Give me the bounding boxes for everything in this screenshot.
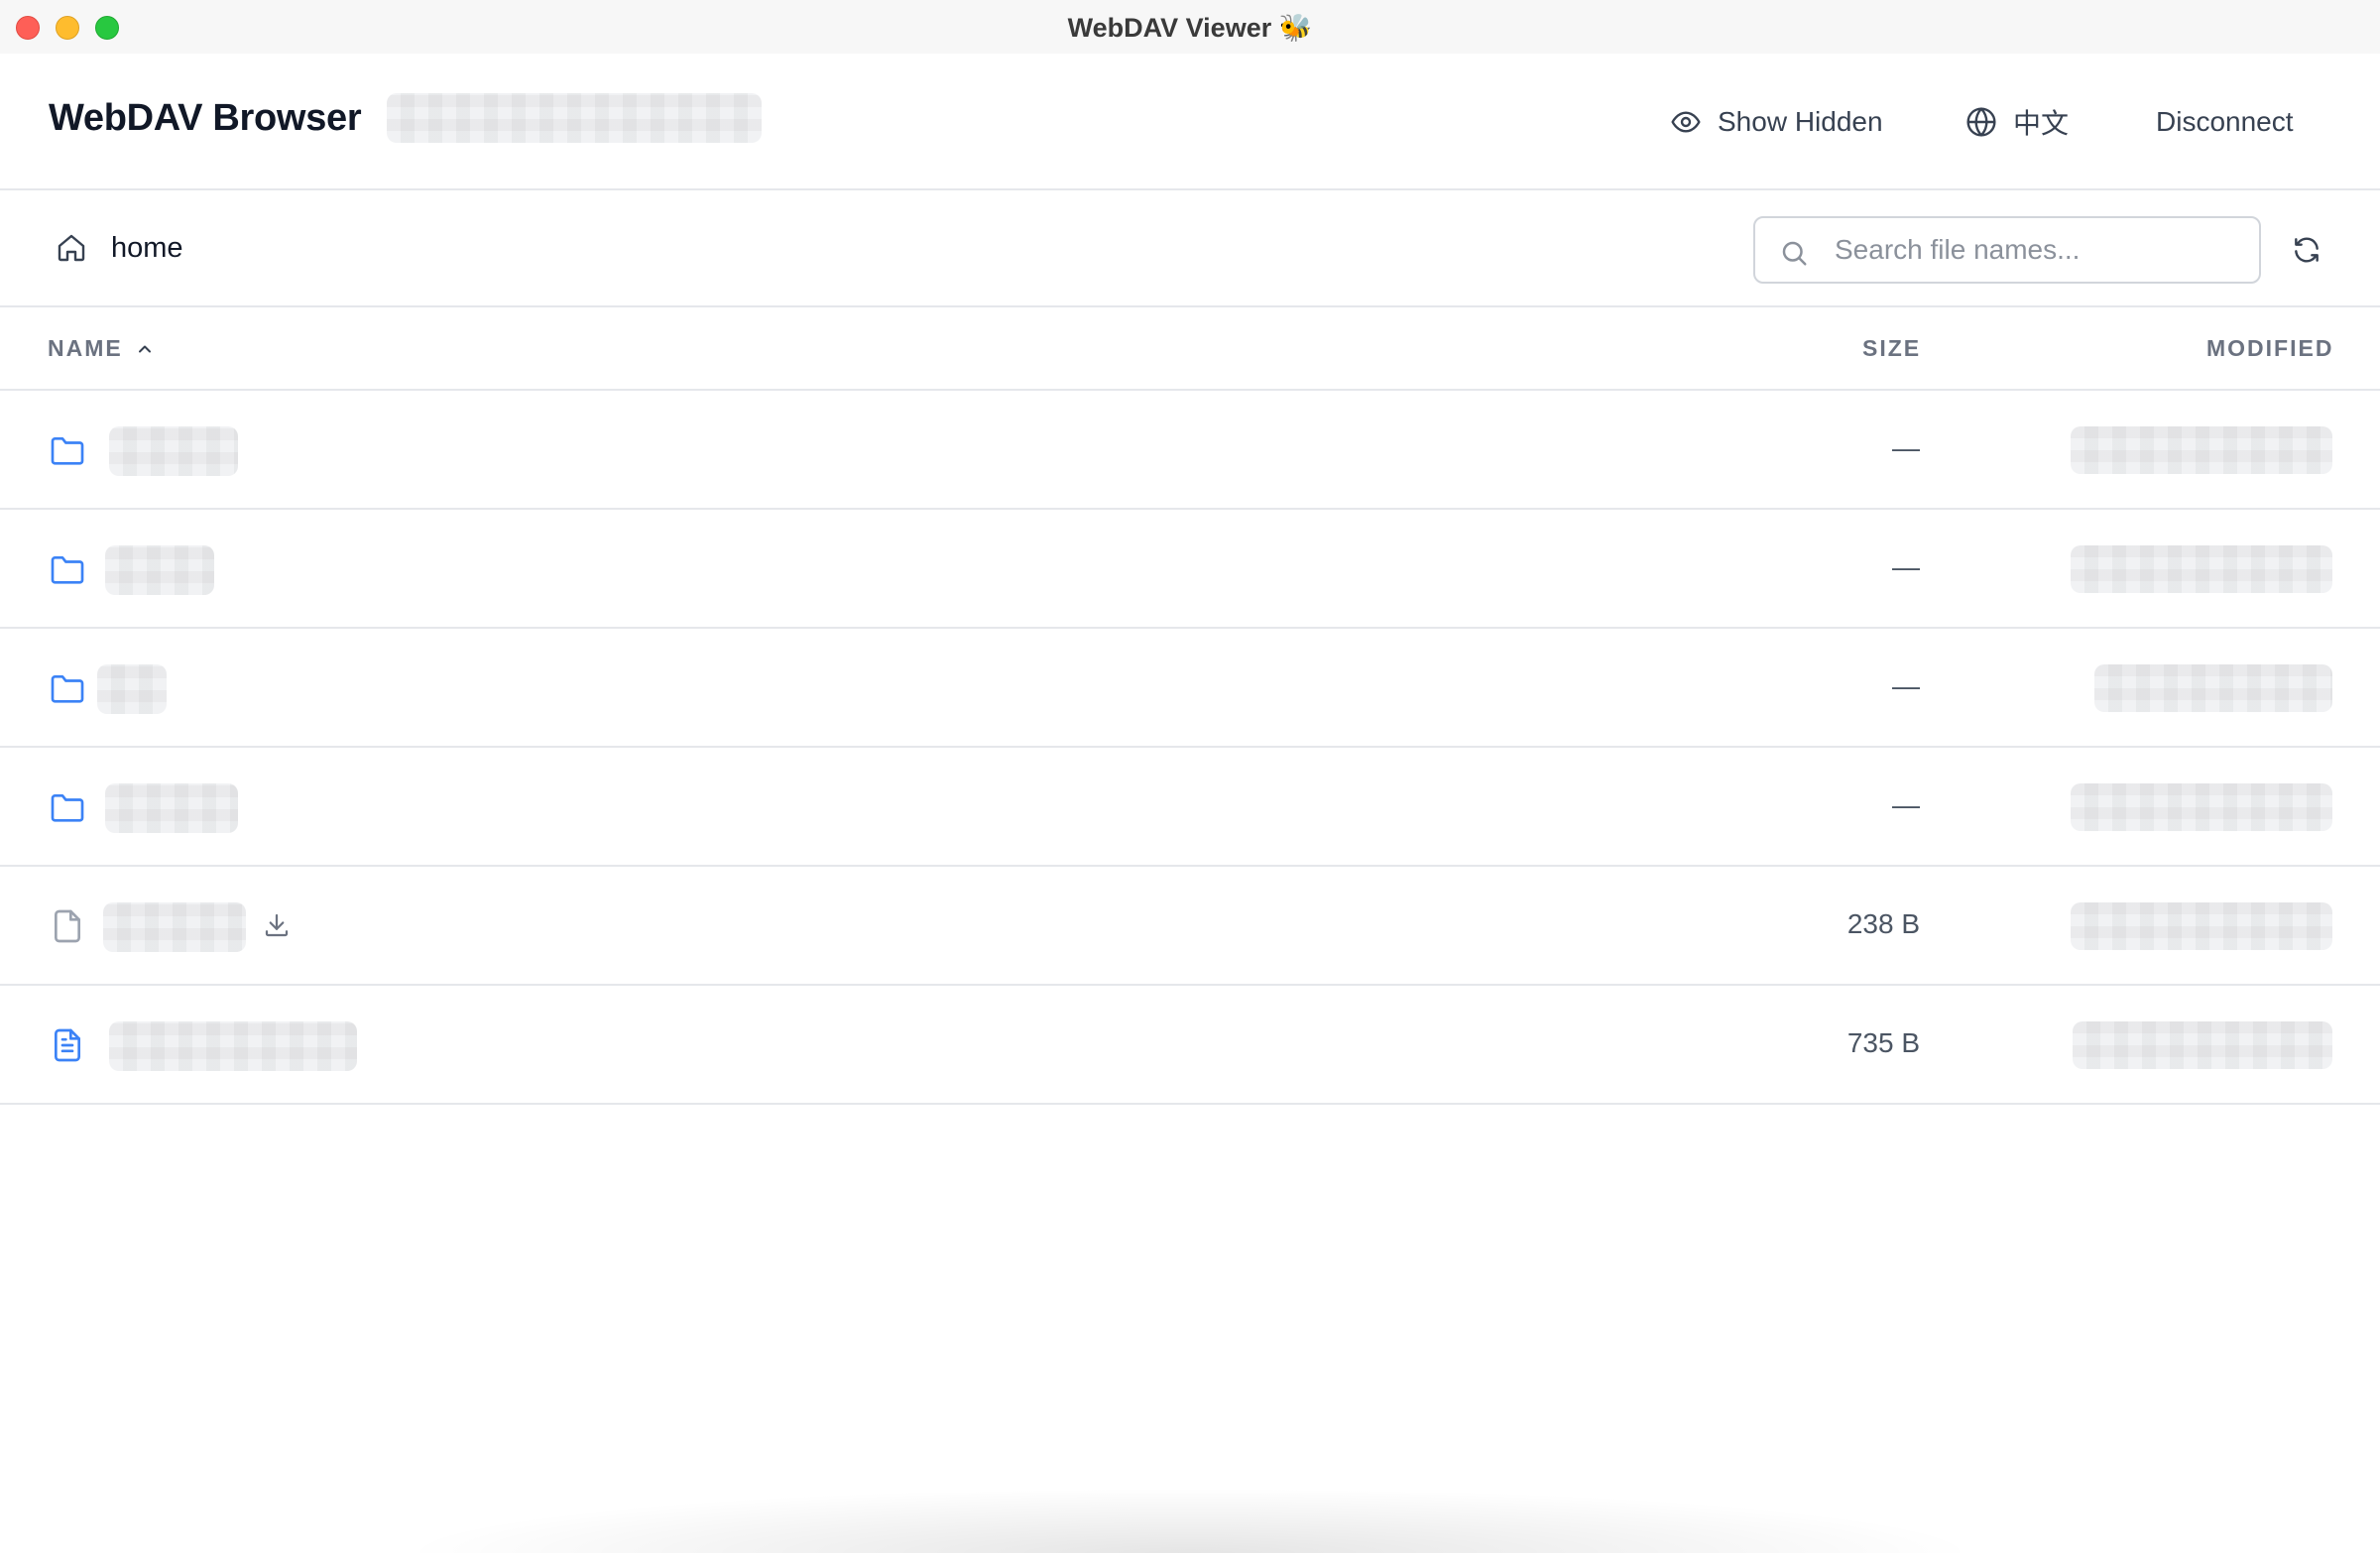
language-label: 中文 (2013, 108, 2070, 139)
table-row[interactable]: — (0, 748, 2380, 867)
column-header-modified[interactable]: MODIFIED (2206, 335, 2333, 362)
language-button[interactable]: 中文 (1965, 101, 2069, 143)
disconnect-button[interactable]: Disconnect (2156, 101, 2294, 143)
table-row[interactable]: — (0, 629, 2380, 748)
file-size: — (1892, 551, 1920, 582)
file-size: — (1892, 789, 1920, 820)
folder-icon (51, 675, 84, 703)
file-name-redacted (109, 426, 238, 476)
folder-icon (51, 794, 84, 822)
modified-date-redacted (2071, 545, 2332, 593)
path-toolbar: home (0, 190, 2380, 307)
search-input[interactable] (1835, 228, 2241, 272)
search-box (1753, 216, 2261, 284)
table-row[interactable]: — (0, 510, 2380, 629)
server-url-redacted (387, 93, 762, 143)
home-icon[interactable] (56, 232, 87, 264)
modified-date-redacted (2071, 783, 2332, 831)
chevron-up-icon (138, 345, 151, 352)
file-size: 735 B (1846, 1027, 1920, 1058)
file-size: — (1892, 432, 1920, 463)
app-window: WebDAV Viewer 🐝 WebDAV Browser Show Hidd… (0, 0, 2380, 1553)
column-name-label: NAME (48, 335, 123, 361)
file-size: — (1892, 670, 1920, 701)
window-bottom-shadow (397, 1488, 1983, 1553)
file-table-header: NAME SIZE MODIFIED (0, 307, 2380, 391)
breadcrumb-home[interactable]: home (111, 232, 183, 265)
app-header: WebDAV Browser Show Hidden 中文 Disconnect (0, 54, 2380, 190)
file-name-redacted (103, 902, 246, 952)
table-row[interactable]: 238 B (0, 867, 2380, 986)
brand-title: WebDAV Browser (49, 97, 362, 139)
table-row[interactable]: — (0, 391, 2380, 510)
file-name-redacted (105, 545, 214, 595)
table-row[interactable]: 735 B (0, 986, 2380, 1105)
eye-icon (1671, 111, 1701, 133)
file-text-icon (55, 1028, 80, 1062)
search-icon (1782, 241, 1807, 266)
file-name-redacted (109, 1021, 357, 1071)
download-icon[interactable] (262, 910, 292, 940)
column-header-size[interactable]: SIZE (1862, 335, 1921, 362)
window-title: WebDAV Viewer 🐝 (1067, 13, 1313, 43)
show-hidden-button[interactable]: Show Hidden (1670, 101, 1883, 143)
file-name-redacted (97, 664, 167, 714)
folder-icon (51, 437, 84, 465)
title-bar: WebDAV Viewer 🐝 (0, 0, 2380, 54)
refresh-icon[interactable] (2291, 234, 2322, 266)
column-header-name[interactable]: NAME (48, 335, 155, 362)
folder-icon (51, 556, 84, 584)
modified-date-redacted (2094, 664, 2332, 712)
globe-icon (1966, 107, 1996, 137)
file-icon (55, 909, 80, 943)
modified-date-redacted (2071, 902, 2332, 950)
disconnect-label: Disconnect (2156, 106, 2294, 137)
file-size: 238 B (1846, 908, 1920, 939)
modified-date-redacted (2071, 426, 2332, 474)
modified-date-redacted (2073, 1021, 2332, 1069)
file-name-redacted (105, 783, 238, 833)
show-hidden-label: Show Hidden (1718, 106, 1883, 137)
